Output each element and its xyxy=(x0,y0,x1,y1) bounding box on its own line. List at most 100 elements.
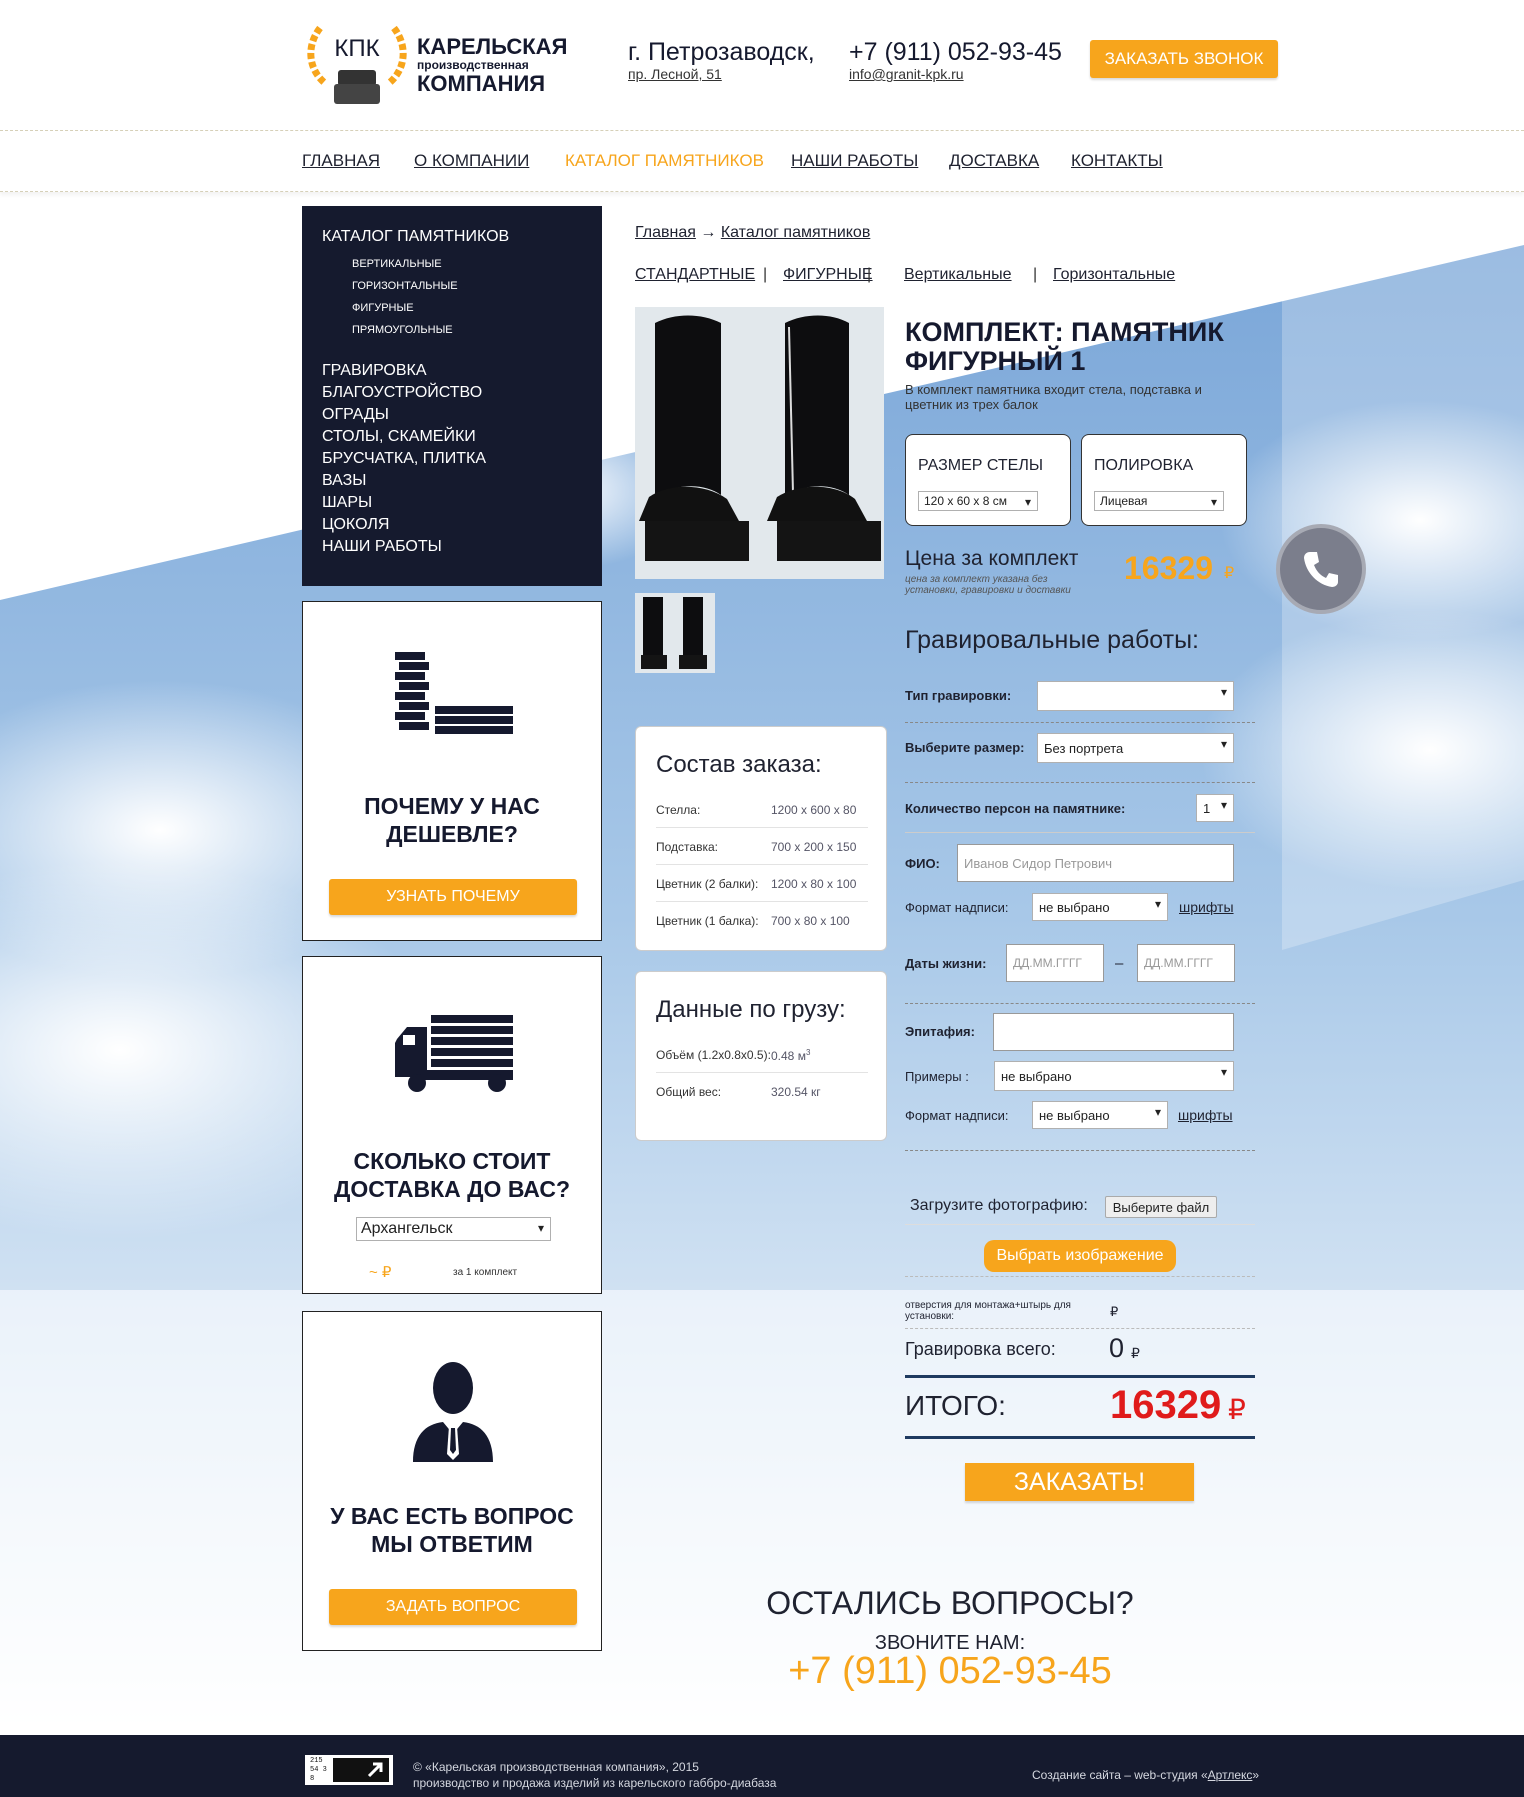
nav-item-delivery[interactable]: ДОСТАВКА xyxy=(949,151,1039,171)
callback-button[interactable]: ЗАКАЗАТЬ ЗВОНОК xyxy=(1090,40,1278,78)
dates-label: Даты жизни: xyxy=(905,956,987,971)
question-title: У ВАС ЕСТЬ ВОПРОС МЫ ОТВЕТИМ xyxy=(303,1502,601,1558)
logo-abbr: КПК xyxy=(334,35,379,62)
death-date-input[interactable]: ДД.ММ.ГГГГ xyxy=(1137,944,1235,982)
sidebar-item-our-works[interactable]: НАШИ РАБОТЫ xyxy=(322,538,442,556)
price-note: цена за комплект указана без установки, … xyxy=(905,574,1071,596)
money-stack-icon xyxy=(395,652,513,734)
sidebar-item-vases[interactable]: ВАЗЫ xyxy=(322,472,366,490)
format2-label: Формат надписи: xyxy=(905,1108,1009,1123)
format-label: Формат надписи: xyxy=(905,900,1009,915)
engraving-total-currency: ₽ xyxy=(1131,1345,1140,1361)
examples-select[interactable]: не выбрано xyxy=(994,1061,1234,1091)
header-phone: +7 (911) 052-93-45 xyxy=(849,38,1062,66)
product-title: КОМПЛЕКТ: ПАМЯТНИК ФИГУРНЫЙ 1 xyxy=(905,317,1224,376)
filter-vertical[interactable]: Вертикальные xyxy=(904,266,1012,284)
product-main-image[interactable] xyxy=(635,307,884,579)
epitaph-input[interactable] xyxy=(993,1013,1234,1051)
format-select[interactable]: не выбрано xyxy=(1032,893,1168,921)
persons-select[interactable]: 1 xyxy=(1196,794,1234,822)
filter-standard[interactable]: СТАНДАРТНЫЕ xyxy=(635,266,755,284)
fio-input[interactable]: Иванов Сидор Петрович xyxy=(957,844,1234,882)
filter-horizontal[interactable]: Горизонтальные xyxy=(1053,266,1175,284)
sidebar-item-fences[interactable]: ОГРАДЫ xyxy=(322,406,389,424)
divider xyxy=(905,832,1255,833)
nav-item-about[interactable]: О КОМПАНИИ xyxy=(414,151,529,171)
sidebar-title[interactable]: КАТАЛОГ ПАМЯТНИКОВ xyxy=(322,228,509,246)
divider xyxy=(905,1328,1255,1329)
fonts-link-2[interactable]: шрифты xyxy=(1178,1107,1233,1123)
studio-logo[interactable]: 215 54 38 xyxy=(305,1755,393,1785)
choose-file-button[interactable]: Выберите файл xyxy=(1105,1196,1217,1218)
sidebar-item-engraving[interactable]: ГРАВИРОВКА xyxy=(322,362,427,380)
order-row-label: Цветник (2 балки): xyxy=(656,877,759,891)
questions-title: ОСТАЛИСЬ ВОПРОСЫ? xyxy=(766,1585,1134,1621)
studio-link[interactable]: Артлекс xyxy=(1208,1768,1253,1782)
cargo-weight-value: 320.54 кг xyxy=(771,1085,821,1099)
nav-item-home[interactable]: ГЛАВНАЯ xyxy=(302,151,380,171)
cargo-volume-sup: 3 xyxy=(805,1048,811,1057)
delivery-title-1: СКОЛЬКО СТОИТ xyxy=(353,1148,551,1174)
dates-dash: – xyxy=(1115,955,1124,972)
delivery-city-select[interactable]: Архангельск xyxy=(356,1217,551,1241)
sidebar-item-paving[interactable]: БРУСЧАТКА, ПЛИТКА xyxy=(322,450,486,468)
nav-item-contacts[interactable]: КОНТАКТЫ xyxy=(1071,151,1163,171)
order-row-value: 700 x 80 x 100 xyxy=(771,914,850,928)
nav-item-works[interactable]: НАШИ РАБОТЫ xyxy=(791,151,918,171)
order-row: Цветник (1 балка): 700 x 80 x 100 xyxy=(656,902,868,939)
sidebar-item-landscaping[interactable]: БЛАГОУСТРОЙСТВО xyxy=(322,384,482,402)
polish-label: ПОЛИРОВКА xyxy=(1094,457,1194,474)
sidebar-item-balls[interactable]: ШАРЫ xyxy=(322,494,372,512)
footer-tagline: производство и продажа изделий из карель… xyxy=(413,1776,777,1791)
order-button[interactable]: ЗАКАЗАТЬ! xyxy=(965,1463,1194,1501)
order-row: Подставка: 700 x 200 x 150 xyxy=(656,828,868,865)
logo-line-1: КАРЕЛЬСКАЯ xyxy=(417,34,568,59)
product-thumbnail[interactable] xyxy=(635,593,715,673)
laurel-logo-icon[interactable]: КПК xyxy=(302,18,412,106)
question-title-1: У ВАС ЕСТЬ ВОПРОС xyxy=(330,1503,574,1529)
sidebar-subitem-horizontal[interactable]: ГОРИЗОНТАЛЬНЫЕ xyxy=(352,280,458,292)
engraving-type-label: Тип гравировки: xyxy=(905,688,1012,703)
address-link[interactable]: пр. Лесной, 51 xyxy=(628,66,722,82)
main-nav: ГЛАВНАЯ О КОМПАНИИ КАТАЛОГ ПАМЯТНИКОВ НА… xyxy=(0,130,1524,192)
total-label: ИТОГО: xyxy=(905,1390,1006,1421)
engraving-size-select[interactable]: Без портрета xyxy=(1037,733,1234,763)
sidebar-subitem-rectangular[interactable]: ПРЯМОУГОЛЬНЫЕ xyxy=(352,324,453,336)
birth-date-input[interactable]: ДД.ММ.ГГГГ xyxy=(1006,944,1104,982)
logo-wordmark[interactable]: КАРЕЛЬСКАЯ производственная КОМПАНИЯ xyxy=(417,36,617,95)
order-composition-title: Состав заказа: xyxy=(656,751,822,778)
persons-label: Количество персон на памятнике: xyxy=(905,801,1126,816)
breadcrumb-home[interactable]: Главная xyxy=(635,224,696,241)
questions-phone[interactable]: +7 (911) 052-93-45 xyxy=(635,1650,1265,1693)
sidebar-subitem-figured[interactable]: ФИГУРНЫЕ xyxy=(352,302,414,314)
cargo-weight-label: Общий вес: xyxy=(656,1085,722,1099)
catalog-sidebar: КАТАЛОГ ПАМЯТНИКОВ ВЕРТИКАЛЬНЫЕ ГОРИЗОНТ… xyxy=(302,206,602,586)
sidebar-subitem-vertical[interactable]: ВЕРТИКАЛЬНЫЕ xyxy=(352,258,442,270)
filter-separator: | xyxy=(763,266,768,283)
total-currency: ₽ xyxy=(1228,1394,1246,1425)
nav-item-catalog[interactable]: КАТАЛОГ ПАМЯТНИКОВ xyxy=(565,151,764,171)
fio-label: ФИО: xyxy=(905,856,940,871)
footer-copyright: © «Карельская производственная компания»… xyxy=(413,1759,776,1791)
learn-why-button[interactable]: УЗНАТЬ ПОЧЕМУ xyxy=(329,879,577,915)
filter-figured[interactable]: ФИГУРНЫЕ xyxy=(783,266,873,284)
sidebar-item-tables[interactable]: СТОЛЫ, СКАМЕЙКИ xyxy=(322,428,476,446)
call-fab[interactable] xyxy=(1276,524,1366,614)
sidebar-item-plinths[interactable]: ЦОКОЛЯ xyxy=(322,516,389,534)
total-divider xyxy=(905,1436,1255,1439)
logo-line-2: производственная xyxy=(417,58,529,72)
cargo-volume-label: Объём (1.2x0.8x0.5): xyxy=(656,1048,771,1062)
stele-size-select[interactable]: 120 x 60 x 8 см xyxy=(918,491,1038,511)
breadcrumb-current[interactable]: Каталог памятников xyxy=(721,224,871,241)
order-row-label: Цветник (1 балка): xyxy=(656,914,759,928)
question-widget: У ВАС ЕСТЬ ВОПРОС МЫ ОТВЕТИМ ЗАДАТЬ ВОПР… xyxy=(302,1311,602,1651)
engraving-type-select[interactable] xyxy=(1037,681,1234,711)
choose-image-button[interactable]: Выбрать изображение xyxy=(984,1240,1176,1272)
email-link[interactable]: info@granit-kpk.ru xyxy=(849,66,964,82)
ask-question-button[interactable]: ЗАДАТЬ ВОПРОС xyxy=(329,1589,577,1625)
upload-label: Загрузите фотографию: xyxy=(910,1197,1088,1214)
city: г. Петрозаводск, xyxy=(628,38,815,66)
fonts-link[interactable]: шрифты xyxy=(1179,899,1234,915)
format2-select[interactable]: не выбрано xyxy=(1032,1101,1168,1129)
polish-select[interactable]: Лицевая xyxy=(1094,491,1224,511)
